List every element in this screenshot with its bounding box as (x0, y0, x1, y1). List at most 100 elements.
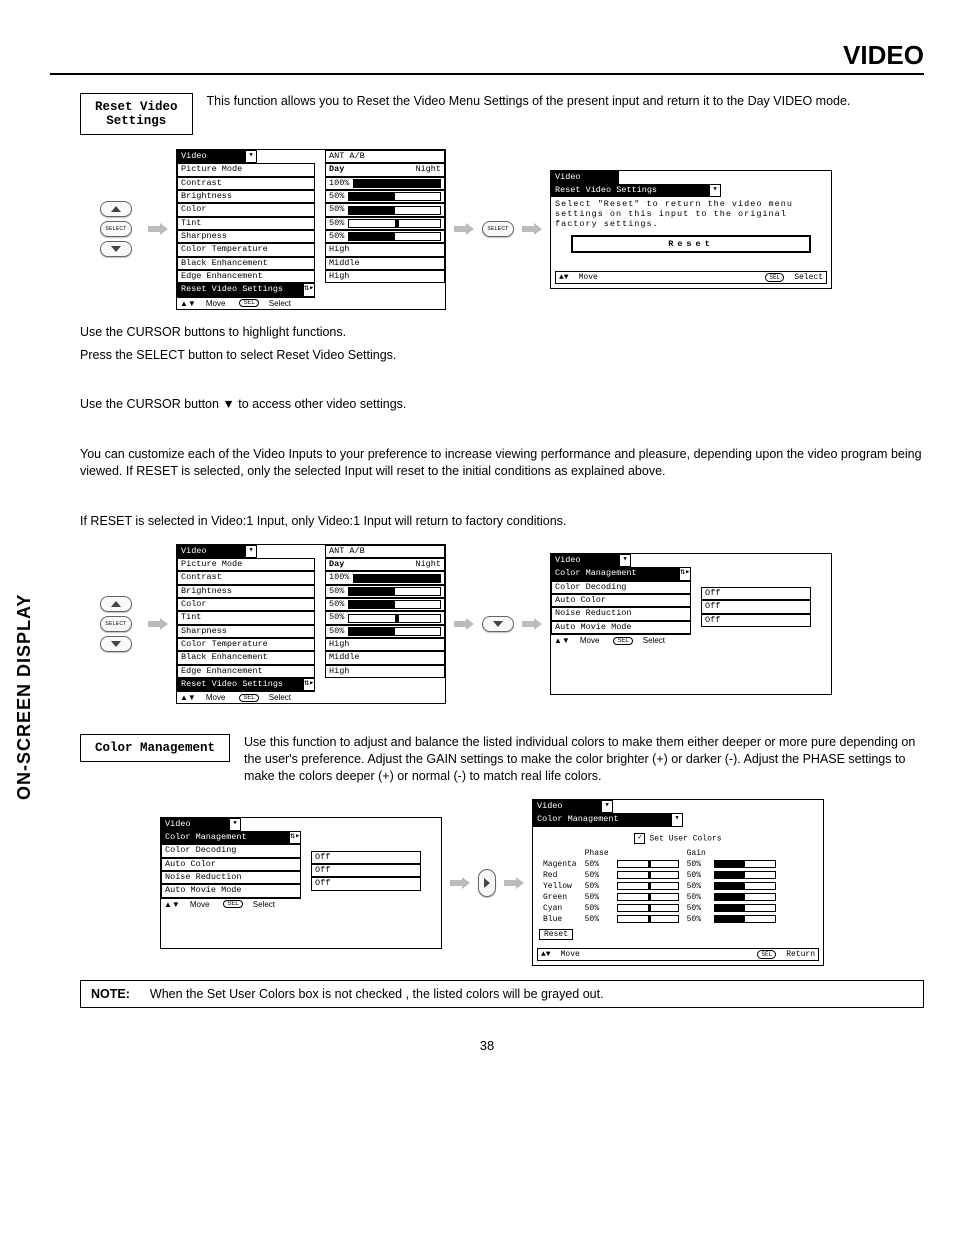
menu-item[interactable]: Contrast (177, 177, 315, 190)
menu-item[interactable]: Color (177, 598, 315, 611)
menu-value[interactable]: Off (701, 614, 811, 627)
menu-item[interactable]: Reset Video Settings (177, 283, 303, 296)
menu-value[interactable]: High (325, 638, 445, 651)
hint-move: Move (579, 273, 598, 282)
figure-color-mgmt-detail: Video▾Color Management⇅▸Color DecodingAu… (160, 799, 924, 966)
osd-title: Video (161, 818, 229, 831)
chevron-down-icon: ▾ (229, 818, 241, 831)
menu-item[interactable]: Color Management (161, 831, 289, 844)
menu-item[interactable]: Picture Mode (177, 163, 315, 176)
gain-slider[interactable] (714, 882, 776, 890)
color-mgmt-detail: Video▾ Color Management▾ ✓Set User Color… (532, 799, 824, 966)
menu-item[interactable]: Noise Reduction (161, 871, 301, 884)
menu-value[interactable]: 50% (325, 625, 445, 638)
menu-value[interactable]: Off (311, 877, 421, 890)
reset-button[interactable]: Reset (571, 235, 811, 253)
menu-item[interactable]: Contrast (177, 571, 315, 584)
gain-slider[interactable] (714, 904, 776, 912)
cursor-up-button[interactable] (100, 596, 132, 612)
menu-item[interactable]: Auto Movie Mode (551, 621, 691, 634)
reset-dialog: Video Reset Video Settings▾ Select "Rese… (550, 170, 832, 290)
gain-value: 50% (683, 892, 710, 903)
cursor-down-button[interactable] (100, 636, 132, 652)
menu-value[interactable]: 50% (325, 217, 445, 230)
reset-colors-button[interactable]: Reset (539, 929, 573, 940)
gain-value: 50% (683, 903, 710, 914)
menu-item[interactable]: Black Enhancement (177, 651, 315, 664)
menu-item[interactable]: Color Management (551, 567, 679, 580)
menu-item[interactable]: Auto Movie Mode (161, 884, 301, 897)
phase-slider[interactable] (617, 882, 679, 890)
menu-value[interactable]: 50% (325, 611, 445, 624)
menu-item[interactable]: Edge Enhancement (177, 665, 315, 678)
menu-value[interactable]: High (325, 665, 445, 678)
color-name: Blue (539, 914, 581, 925)
phase-value: 50% (581, 892, 613, 903)
menu-item[interactable]: Auto Color (161, 858, 301, 871)
select-button[interactable]: SELECT (100, 221, 132, 237)
set-user-colors-checkbox[interactable]: ✓ (634, 833, 645, 844)
menu-value[interactable]: High (325, 270, 445, 283)
menu-item[interactable]: Color Temperature (177, 243, 315, 256)
menu-value[interactable]: Off (311, 864, 421, 877)
osd-subtitle: Color Management (533, 813, 671, 826)
menu-item[interactable]: Color Decoding (161, 844, 301, 857)
menu-value[interactable]: Middle (325, 257, 445, 270)
osd-subtitle: Reset Video Settings (551, 184, 709, 197)
menu-value[interactable]: High (325, 243, 445, 256)
phase-slider[interactable] (617, 893, 679, 901)
phase-slider[interactable] (617, 860, 679, 868)
updown-icon: ▲▼ (559, 273, 569, 282)
menu-value[interactable]: DayNight (325, 558, 445, 571)
menu-item[interactable]: Sharpness (177, 230, 315, 243)
phase-slider[interactable] (617, 915, 679, 923)
menu-item[interactable]: Color Temperature (177, 638, 315, 651)
phase-slider[interactable] (617, 871, 679, 879)
menu-value[interactable]: 50% (325, 190, 445, 203)
menu-item[interactable]: Tint (177, 217, 315, 230)
cursor-down-button[interactable] (482, 616, 514, 632)
menu-item[interactable]: Reset Video Settings (177, 678, 303, 691)
menu-item[interactable]: Color Decoding (551, 581, 691, 594)
cursor-up-button[interactable] (100, 201, 132, 217)
color-mgmt-menu: Video▾Color Management⇅▸Color DecodingAu… (550, 553, 832, 695)
phase-value: 50% (581, 881, 613, 892)
menu-item[interactable]: Tint (177, 611, 315, 624)
menu-item[interactable]: Color (177, 203, 315, 216)
menu-item[interactable]: Auto Color (551, 594, 691, 607)
menu-value[interactable]: 50% (325, 230, 445, 243)
gain-slider[interactable] (714, 871, 776, 879)
instruction-text: If RESET is selected in Video:1 Input, o… (80, 513, 924, 530)
note-text: When the Set User Colors box is not chec… (150, 987, 604, 1001)
menu-value[interactable]: 50% (325, 585, 445, 598)
chevron-down-icon: ▾ (601, 800, 613, 813)
arrow-right-icon (148, 618, 168, 630)
menu-item[interactable]: Black Enhancement (177, 257, 315, 270)
menu-item[interactable]: Brightness (177, 585, 315, 598)
menu-value[interactable]: 50% (325, 203, 445, 216)
menu-value[interactable]: 50% (325, 598, 445, 611)
menu-value[interactable]: 100% (325, 571, 445, 584)
menu-value[interactable]: Off (701, 600, 811, 613)
menu-value[interactable]: Middle (325, 651, 445, 664)
menu-item[interactable]: Brightness (177, 190, 315, 203)
gain-slider[interactable] (714, 915, 776, 923)
cursor-down-button[interactable] (100, 241, 132, 257)
gain-header: Gain (683, 848, 710, 859)
menu-item[interactable]: Noise Reduction (551, 607, 691, 620)
select-button[interactable]: SELECT (482, 221, 514, 237)
menu-item[interactable]: Edge Enhancement (177, 270, 315, 283)
menu-item[interactable]: Sharpness (177, 625, 315, 638)
menu-value[interactable]: Off (311, 851, 421, 864)
color-mgmt-section: Color Management Use this function to ad… (80, 734, 924, 785)
menu-value[interactable]: DayNight (325, 163, 445, 176)
menu-value[interactable]: 100% (325, 177, 445, 190)
menu-item[interactable]: Picture Mode (177, 558, 315, 571)
gain-slider[interactable] (714, 860, 776, 868)
gain-slider[interactable] (714, 893, 776, 901)
figure-color-mgmt-nav: SELECT Video▾Picture ModeContrastBrightn… (100, 544, 924, 705)
phase-slider[interactable] (617, 904, 679, 912)
cursor-right-button[interactable] (478, 869, 496, 897)
select-button[interactable]: SELECT (100, 616, 132, 632)
menu-value[interactable]: Off (701, 587, 811, 600)
